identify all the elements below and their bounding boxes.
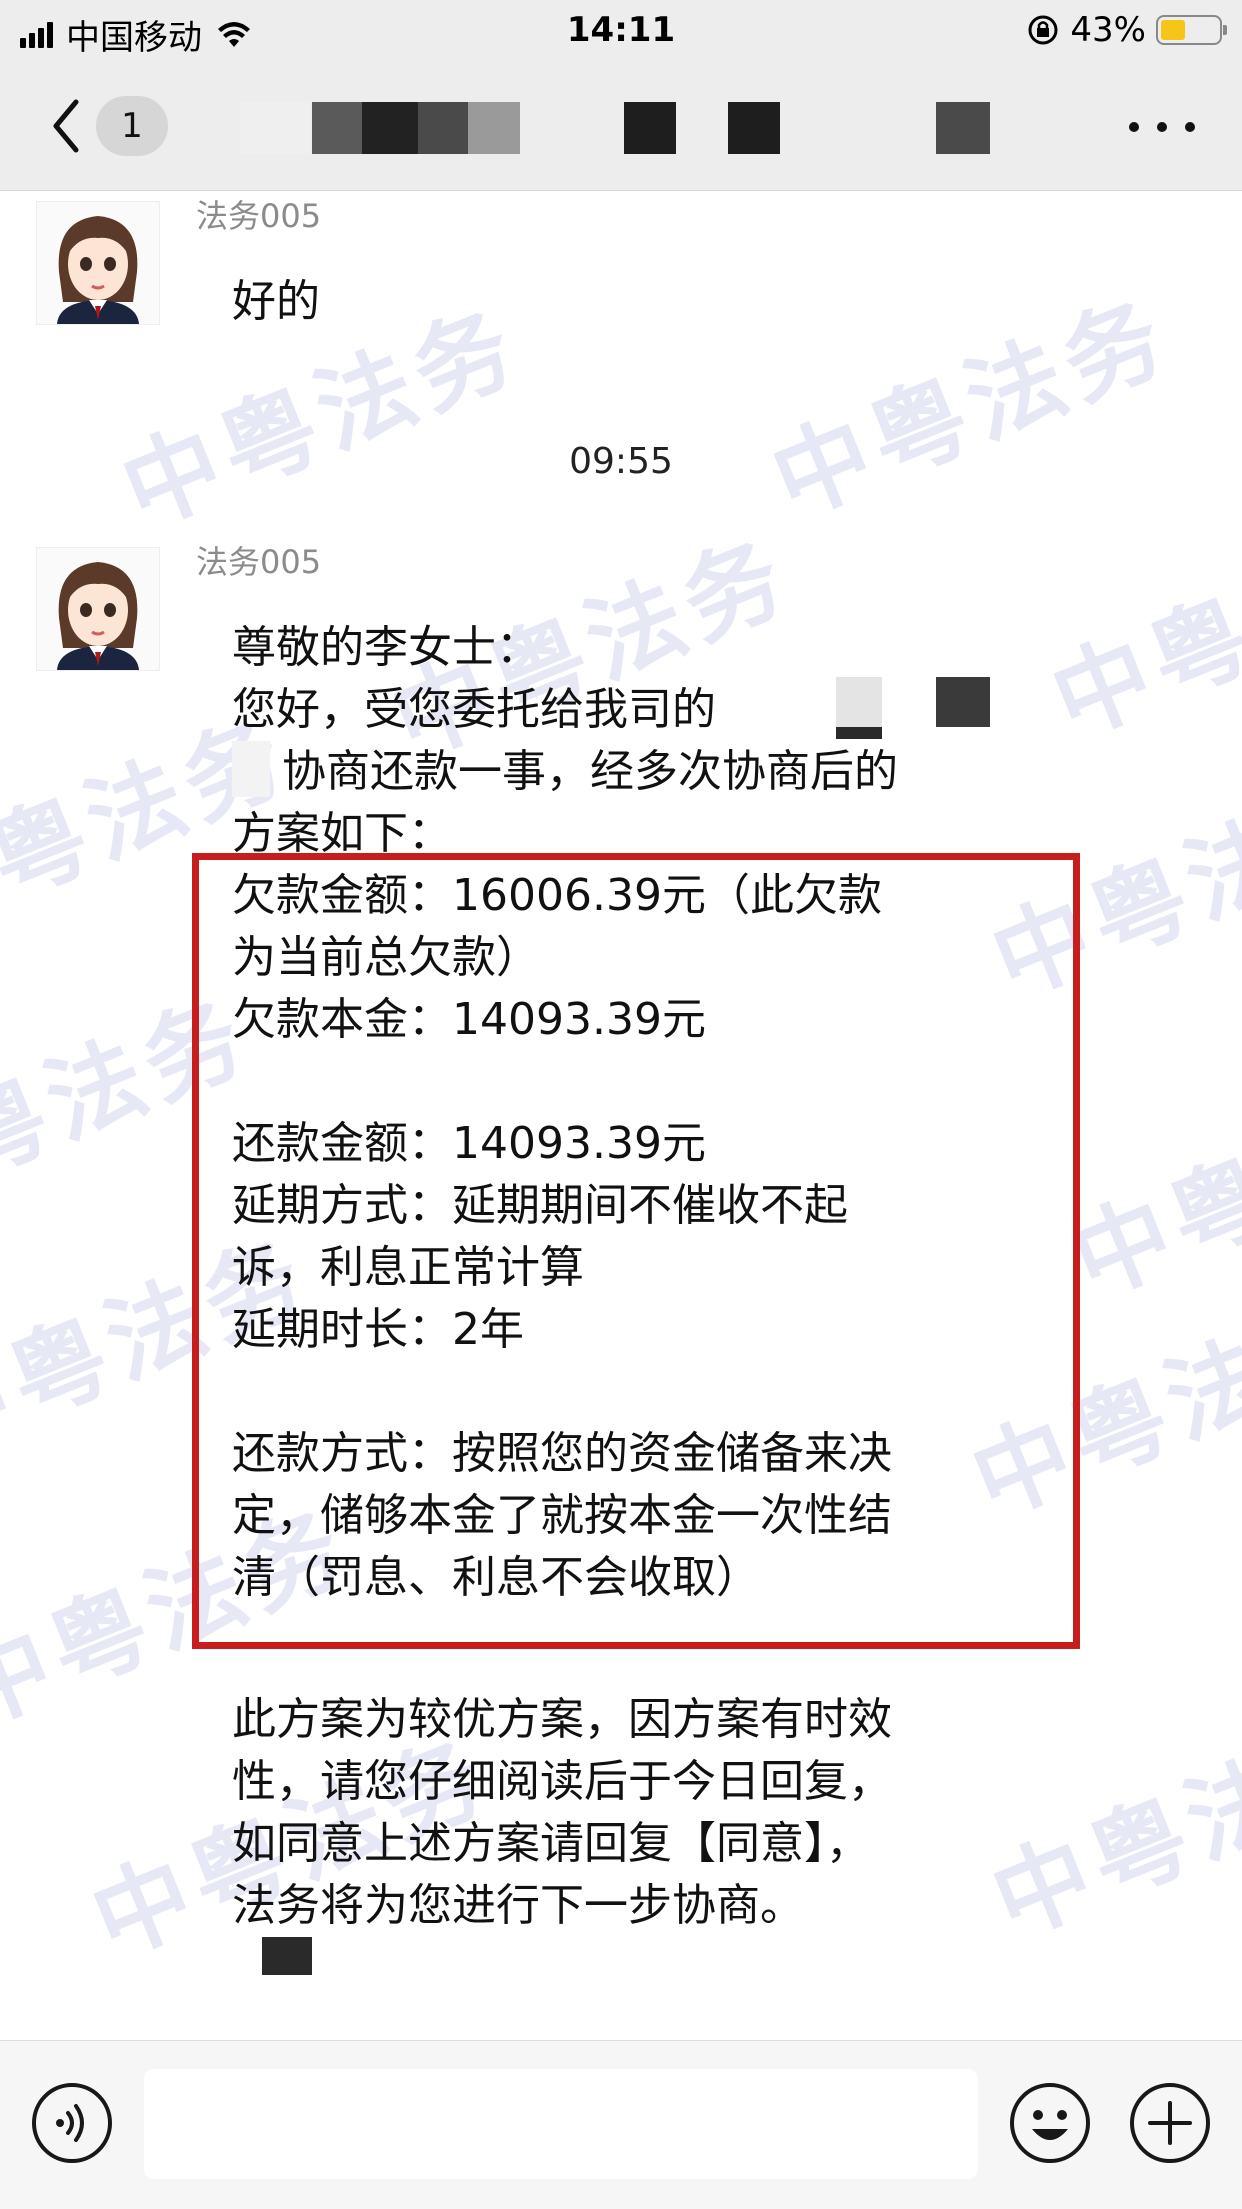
redaction-block [836,677,882,727]
avatar[interactable] [36,201,160,325]
plan-line: 为当前总欠款） [232,932,540,983]
plan-line: 延期方式：延期期间不催收不起 [232,1180,848,1231]
repayment-plan-details: 欠款金额：16006.39元（此欠款 为当前总欠款） 欠款本金：14093.39… [232,865,1032,1609]
message-line: 协商还款一事，经多次协商后的 [282,746,898,797]
battery-icon [1156,15,1227,45]
message-line: 此方案为较优方案，因方案有时效 [232,1694,892,1745]
plan-line: 延期时长：2年 [232,1304,524,1355]
watermark: 中粤法务 [1037,498,1242,759]
plan-line: 定，储够本金了就按本金一次性结 [232,1490,892,1541]
chevron-left-icon[interactable] [44,96,88,156]
message-text[interactable]: 尊敬的李女士： 您好，受您委托给我司的 协商还款一事，经多次协商后的 方案如下： [232,617,1032,865]
message-input[interactable] [144,2069,978,2179]
message-line: 如同意上述方案请回复【同意】， [232,1818,870,1869]
battery-percent: 43% [1070,10,1146,50]
redaction-block [232,741,270,797]
avatar-icon [37,548,159,670]
plan-line: 欠款金额：16006.39元（此欠款 [232,870,882,921]
avatar-icon [37,202,159,324]
plan-line: 欠款本金：14093.39元 [232,994,706,1045]
redaction-block [836,727,882,739]
plan-line [232,1051,1032,1113]
plan-line: 清（罚息、利息不会收取） [232,1552,760,1603]
input-bar [0,2040,1242,2209]
redaction-block [936,677,990,727]
redaction-block [262,1937,312,1975]
message-line: 好的 [232,276,320,327]
more-icon[interactable] [1122,112,1202,142]
unread-count-badge[interactable]: 1 [96,96,168,156]
plan-line: 还款金额：14093.39元 [232,1118,706,1169]
message-text[interactable]: 此方案为较优方案，因方案有时效 性，请您仔细阅读后于今日回复， 如同意上述方案请… [232,1689,1032,1937]
status-bar: 中国移动 14:11 43% [0,0,1242,62]
plan-line: 还款方式：按照您的资金储备来决 [232,1428,892,1479]
message-text[interactable]: 好的 [232,271,1032,333]
plus-icon[interactable] [1128,2081,1212,2165]
message-line: 法务将为您进行下一步协商。 [232,1880,804,1931]
message-line: 性，请您仔细阅读后于今日回复， [232,1756,892,1807]
message-line: 您好，受您委托给我司的 [232,684,716,735]
chat-header: 1 [0,62,1242,191]
message-line: 尊敬的李女士： [232,622,540,673]
sender-name: 法务005 [196,197,322,235]
plan-line: 诉，利息正常计算 [232,1242,584,1293]
avatar[interactable] [36,547,160,671]
orientation-lock-icon [1028,15,1058,45]
chat-timestamp: 09:55 [569,441,673,482]
chat-area[interactable]: 中粤法务 中粤法务 中粤法务 中粤法务 中粤法务 中粤法务 中粤法务 中粤法务 … [0,191,1242,2039]
emoji-icon[interactable] [1008,2081,1092,2165]
plan-line [232,1361,1032,1423]
status-right: 43% [1026,10,1227,50]
chat-title-redacted [240,102,1000,154]
voice-icon[interactable] [30,2081,114,2165]
sender-name: 法务005 [196,543,322,581]
